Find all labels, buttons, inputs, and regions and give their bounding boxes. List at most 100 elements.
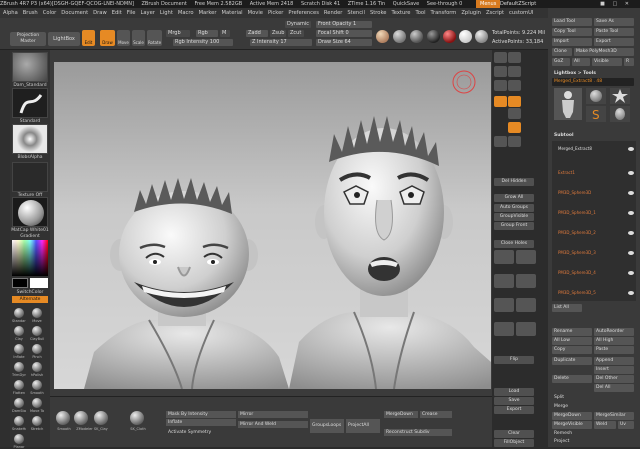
subtool-list[interactable]: Merged_Extract8 Extract1 PM3D_Sphere3D P… [552,141,636,301]
brush-movetopo-icon[interactable] [32,398,42,408]
menu-light[interactable]: Light [160,10,173,16]
material-sketch-icon[interactable] [393,30,406,43]
material-thumbnail[interactable] [12,197,48,227]
subtool-item[interactable]: Extract1 [558,167,638,179]
zmodeler-icon[interactable] [74,411,88,425]
all-low-button[interactable]: All Low [552,337,592,345]
material-basic-icon[interactable] [427,30,440,43]
subtool-item[interactable]: PM3D_Sphere3D_4 [558,267,638,279]
append-button[interactable]: Append [594,357,634,365]
mirror-button[interactable]: Mirror [238,411,308,418]
insert-button[interactable]: Insert [594,366,634,374]
subtool-item[interactable]: PM3D_Sphere3D_2 [558,227,638,239]
merge-visible-button[interactable]: MergeVisible [552,421,592,429]
lightbox-tools-label[interactable]: Lightbox > Tools [552,70,634,78]
copy-button[interactable]: Copy [552,346,592,354]
local-icon[interactable] [508,108,521,119]
window-controls[interactable]: ■ □ ✕ [600,0,632,8]
dynamic-button[interactable]: Dynamic [285,21,311,28]
del-all-button[interactable]: Del All [594,384,634,392]
split-icon[interactable] [516,274,536,288]
tool-thumbnail-star[interactable] [610,88,630,104]
eye-icon[interactable] [628,231,634,235]
group-visible-button[interactable]: GroupVisible [494,213,534,221]
project-all-button[interactable]: ProjectAll [346,419,380,433]
material-sculpt-icon[interactable] [410,30,423,43]
draw-size-slider[interactable]: Draw Size 64 [316,39,372,46]
menu-render[interactable]: Render [324,10,342,16]
eye-icon[interactable] [628,191,634,195]
material-skinshade-icon[interactable] [376,30,389,43]
brush-damstandard-icon[interactable] [14,398,24,408]
zremesh-icon[interactable] [516,250,536,264]
reconstruct-subdiv-button[interactable]: Reconstruct Subdiv [384,429,452,436]
mask-by-intensity-button[interactable]: Mask By Intensity [166,411,236,418]
scroll-icon[interactable] [494,66,507,77]
merge-similar-button[interactable]: MergeSimilar [594,412,634,420]
clear-button[interactable]: Clear [494,430,534,438]
menu-alpha[interactable]: Alpha [3,10,18,16]
subtool-item[interactable]: PM3D_Sphere3D_1 [558,207,638,219]
weld-button[interactable]: Weld [594,421,616,429]
alpha-thumbnail[interactable] [12,124,48,154]
split-button[interactable]: Split [552,394,592,402]
subtool-item[interactable]: Merged_Extract8 [558,143,638,155]
goz-button[interactable]: GoZ [552,58,570,66]
copy-tool-button[interactable]: Copy Tool [552,28,592,36]
load-tool-button[interactable]: Load Tool [552,18,592,26]
zcut-button[interactable]: Zcut [288,30,304,37]
brush-clay-icon[interactable] [14,326,24,336]
paste-tool-button[interactable]: Paste Tool [594,28,634,36]
matcap-white-icon[interactable] [459,30,472,43]
flip-button[interactable]: Flip [494,356,534,364]
menu-stroke[interactable]: Stroke [370,10,387,16]
auto-groups-button[interactable]: Auto Groups [494,204,534,212]
subtool-item[interactable]: PM3D_Sphere3D_3 [558,247,638,259]
mrgb-button[interactable]: Mrgb [166,30,190,37]
del-hidden-button[interactable]: Del Hidden [494,178,534,186]
menu-texture[interactable]: Texture [391,10,410,16]
brush-pinch-icon[interactable] [32,344,42,354]
rotate-button[interactable]: Rotate [147,30,162,46]
eye-icon[interactable] [628,147,634,151]
default-zscript-button[interactable]: DefaultZScript [500,0,536,8]
brush-inflate-icon[interactable] [14,344,24,354]
secondary-color-swatch[interactable] [30,278,48,288]
gradient-label[interactable]: Gradient [10,234,50,239]
menu-edit[interactable]: Edit [112,10,122,16]
export-tool-button[interactable]: Export [594,38,634,46]
project-button[interactable]: Project [552,438,592,446]
scale-button[interactable]: Scale [132,30,145,46]
lsym-icon[interactable] [508,122,521,133]
del-higher-icon[interactable] [516,298,536,312]
tool-thumbnail-zsphere[interactable]: S [586,106,606,122]
spix-icon[interactable] [508,52,521,63]
actual-icon[interactable] [494,80,507,91]
subtool-item[interactable]: PM3D_Sphere3D [558,187,638,199]
alternate-button[interactable]: Alternate [12,296,48,303]
front-opacity-slider[interactable]: Front Opacity 1 [316,21,372,28]
menu-tool[interactable]: Tool [415,10,425,16]
inflate-slider[interactable]: Inflate [166,419,236,426]
grow-all-button[interactable]: Grow All [494,194,534,202]
see-through-slider[interactable]: See-through 0 [427,1,463,7]
group-front-button[interactable]: Group Front [494,222,534,230]
del-lower-icon[interactable] [494,298,514,312]
r-button[interactable]: R [624,58,634,66]
brush-smooth-icon[interactable] [32,380,42,390]
document-canvas[interactable] [54,62,491,389]
sk-cloth-icon[interactable] [130,411,144,425]
make-polymesh-button[interactable]: Make PolyMesh3D [574,48,634,56]
list-all-button[interactable]: List All [552,304,582,312]
groups-loops-button[interactable]: GroupsLoops [310,419,344,433]
menu-macro[interactable]: Macro [178,10,194,16]
eye-icon[interactable] [628,211,634,215]
paste-button[interactable]: Paste [594,346,634,354]
brush-hpolish-icon[interactable] [32,362,42,372]
transp-icon[interactable] [494,322,514,336]
ghost-icon[interactable] [516,322,536,336]
all-button[interactable]: All [572,58,590,66]
sk-clay-icon[interactable] [94,411,108,425]
zoom-icon[interactable] [508,66,521,77]
matcap-red-icon[interactable] [443,30,456,43]
